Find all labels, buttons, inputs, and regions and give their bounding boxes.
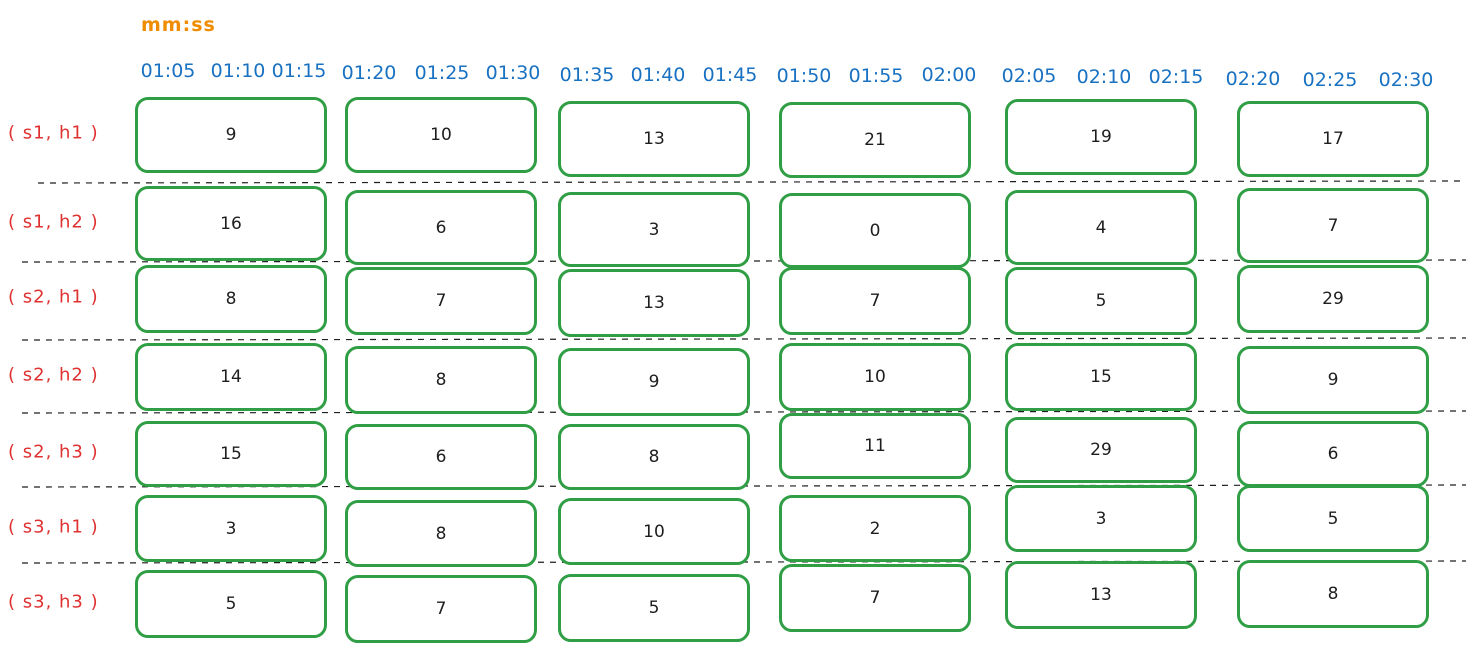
count-cell: 10	[345, 97, 537, 173]
count-cell: 8	[135, 265, 327, 333]
count-cell: 13	[1005, 561, 1197, 629]
count-cell: 8	[1237, 560, 1429, 628]
count-cell: 7	[779, 564, 971, 632]
count-cell: 16	[135, 186, 327, 261]
count-cell: 8	[558, 424, 750, 490]
count-cell: 29	[1005, 417, 1197, 483]
count-cell: 3	[135, 495, 327, 562]
count-cell: 8	[345, 346, 537, 414]
count-cell: 3	[558, 192, 750, 267]
count-cell: 17	[1237, 101, 1429, 177]
count-cell: 2	[779, 495, 971, 562]
count-cell: 15	[1005, 343, 1197, 411]
count-cell: 9	[558, 348, 750, 416]
count-cell: 9	[1237, 346, 1429, 414]
count-cell: 0	[779, 193, 971, 268]
count-cell: 29	[1237, 265, 1429, 333]
count-cell: 4	[1005, 190, 1197, 265]
count-cell: 5	[135, 570, 327, 638]
count-cell: 5	[1237, 485, 1429, 552]
count-cell: 13	[558, 269, 750, 337]
count-cell: 6	[345, 190, 537, 265]
row-divider-line	[37, 180, 1467, 184]
count-cell: 10	[779, 343, 971, 411]
row-divider-line	[21, 337, 1467, 341]
count-cell: 7	[1237, 188, 1429, 263]
count-cell: 13	[558, 101, 750, 177]
count-cell: 7	[779, 267, 971, 335]
count-cell: 9	[135, 97, 327, 173]
count-cell: 7	[345, 575, 537, 643]
count-cell: 7	[345, 267, 537, 335]
count-cell: 21	[779, 102, 971, 178]
count-cell: 11	[779, 413, 971, 479]
count-cell: 14	[135, 343, 327, 411]
count-cell: 5	[558, 574, 750, 642]
count-cell: 8	[345, 500, 537, 567]
count-cell: 19	[1005, 99, 1197, 175]
count-cell: 5	[1005, 267, 1197, 335]
count-cell: 3	[1005, 485, 1197, 552]
count-cell: 6	[345, 424, 537, 490]
count-cell: 15	[135, 421, 327, 487]
count-cell: 10	[558, 498, 750, 565]
count-cell: 6	[1237, 421, 1429, 487]
